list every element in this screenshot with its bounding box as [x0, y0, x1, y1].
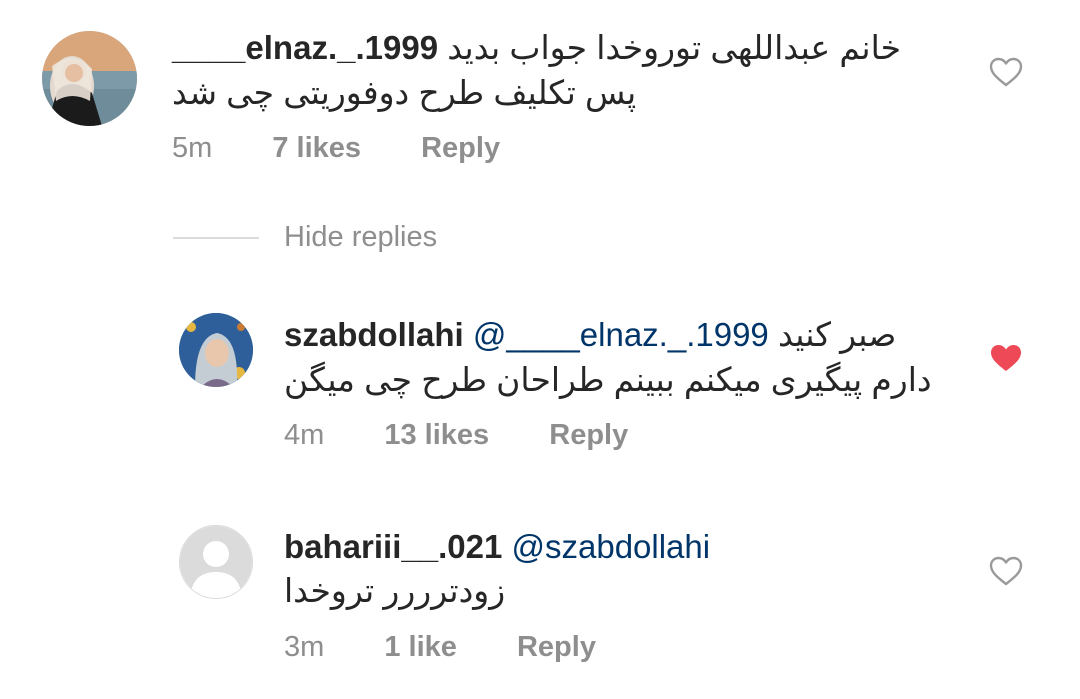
likes-count[interactable]: 7 likes: [272, 132, 361, 165]
comment-line-1: bahariii__.021 @szabdollahi: [284, 524, 710, 570]
comment-meta: 3m 1 like Reply: [284, 631, 596, 664]
heart-filled-icon[interactable]: [989, 343, 1023, 373]
mention-link[interactable]: @____elnaz._.1999: [473, 316, 769, 353]
comment-line-1: ____elnaz._.1999 خانم عبداللهی توروخدا ج…: [172, 25, 901, 71]
hide-replies-button[interactable]: Hide replies: [284, 221, 437, 254]
comment-text-container: زودترررر تروخدا: [284, 568, 505, 614]
reply-button[interactable]: Reply: [517, 631, 596, 664]
avatar[interactable]: [179, 313, 253, 387]
likes-count[interactable]: 13 likes: [384, 419, 489, 452]
comment-meta: 5m 7 likes Reply: [172, 132, 500, 165]
comment-text: صبر کنید: [777, 316, 897, 353]
comment-text: خانم عبداللهی توروخدا جواب بدید: [447, 29, 902, 66]
comment-text: زودترررر تروخدا: [284, 572, 506, 609]
comment-time: 4m: [284, 419, 325, 451]
avatar[interactable]: [42, 31, 137, 126]
comment-text: پس تکلیف طرح دوفوریتی چی شد: [172, 74, 637, 111]
likes-count[interactable]: 1 like: [384, 631, 457, 664]
profile-photo-icon: [179, 313, 253, 387]
reply-button[interactable]: Reply: [549, 419, 628, 452]
profile-photo-icon: [42, 31, 137, 126]
comment-time: 5m: [172, 132, 213, 164]
reply-button[interactable]: Reply: [421, 132, 500, 165]
comment-meta: 4m 13 likes Reply: [284, 419, 628, 452]
divider: [173, 237, 259, 239]
comment-time: 3m: [284, 631, 325, 663]
default-avatar-icon: [180, 526, 252, 598]
mention-link[interactable]: @szabdollahi: [511, 528, 710, 565]
comment-username[interactable]: szabdollahi: [284, 316, 464, 353]
comment-username[interactable]: ____elnaz._.1999: [172, 29, 438, 66]
heart-outline-icon[interactable]: [989, 556, 1023, 586]
avatar[interactable]: [179, 525, 253, 599]
comment-username[interactable]: bahariii__.021: [284, 528, 502, 565]
heart-outline-icon[interactable]: [989, 57, 1023, 87]
comment-line-1: szabdollahi @____elnaz._.1999 صبر کنید: [284, 312, 896, 358]
comment-text: دارم پیگیری میکنم ببینم طراحان طرح چی می…: [284, 361, 932, 398]
